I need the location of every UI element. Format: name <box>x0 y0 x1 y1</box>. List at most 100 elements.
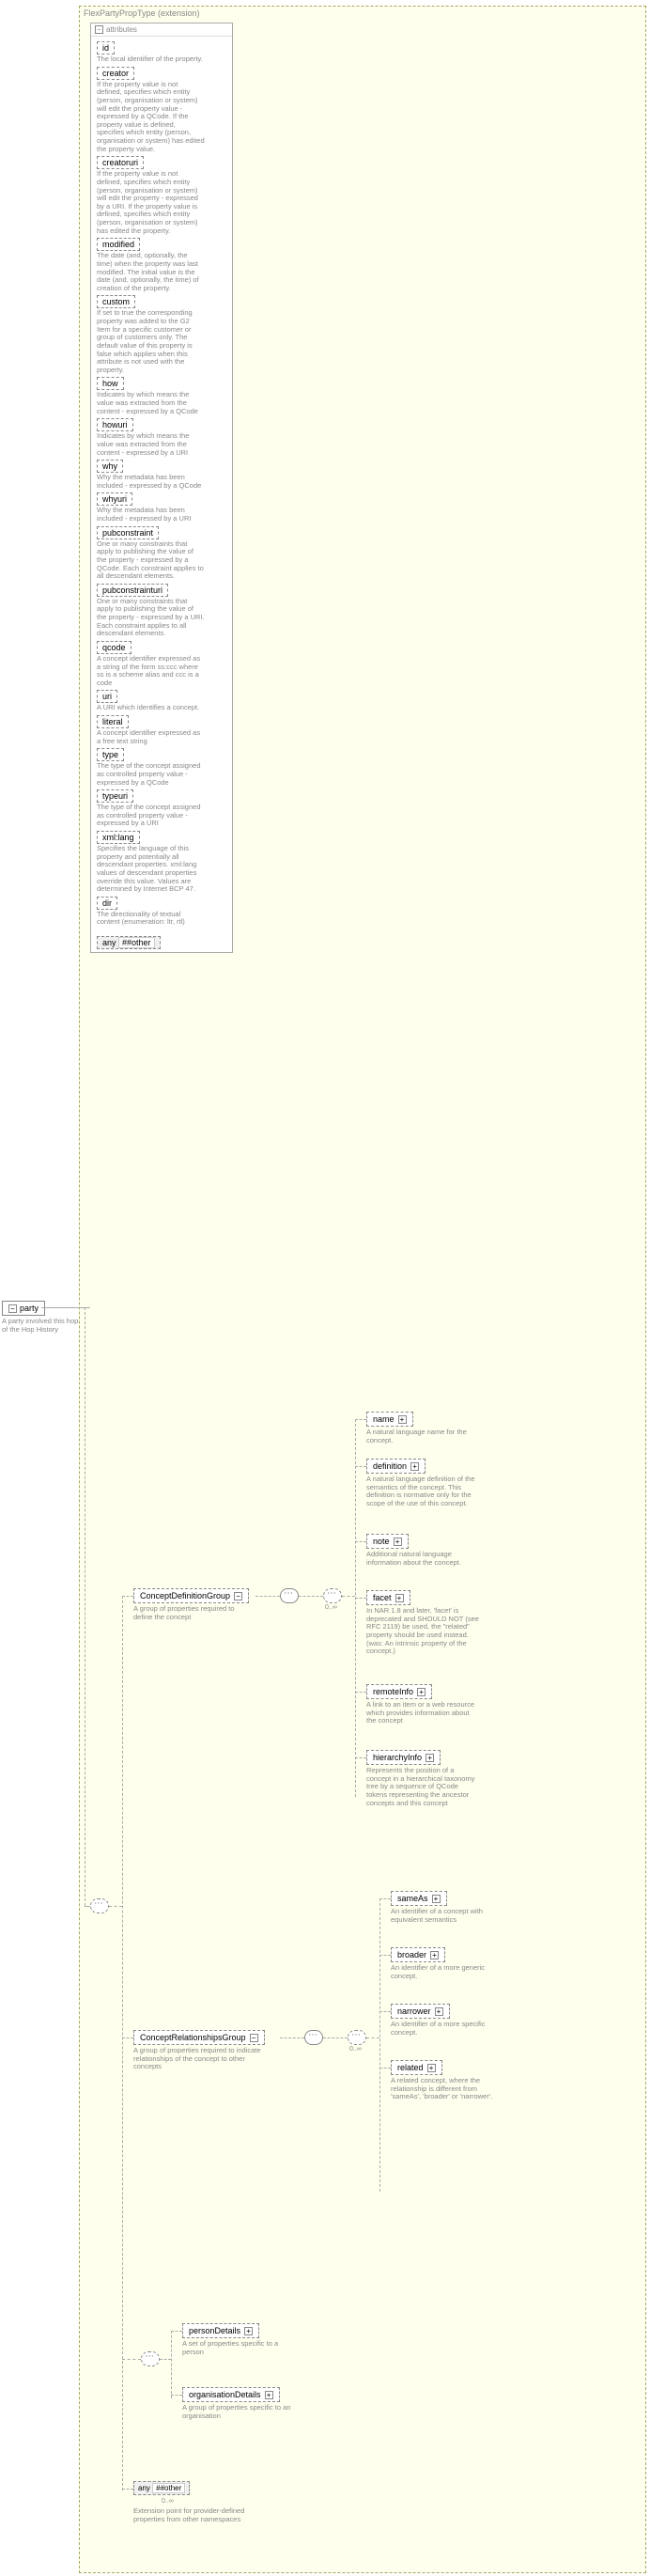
line <box>355 1757 366 1758</box>
node-broader[interactable]: broader + <box>391 1947 445 1962</box>
attr-item-creatoruri: creatoruriIf the property value is not d… <box>97 156 226 235</box>
line <box>355 1541 366 1542</box>
line <box>379 1898 380 2192</box>
attr-item-typeuri: typeuriThe type of the concept assigned … <box>97 789 226 828</box>
node-label: broader <box>397 1950 426 1959</box>
line <box>355 1466 366 1467</box>
node-label: facet <box>373 1593 392 1602</box>
line <box>41 1307 90 1308</box>
attr-item-pubconstraint: pubconstraintOne or many constraints tha… <box>97 526 226 581</box>
attr-item-whyuri: whyuriWhy the metadata has been included… <box>97 492 226 523</box>
node-persondetails[interactable]: personDetails+ <box>182 2323 259 2338</box>
line <box>122 2489 133 2490</box>
expand-icon[interactable]: + <box>244 2327 253 2335</box>
attr-label: qcode <box>97 641 132 654</box>
attr-annotation: The type of the concept assigned as cont… <box>97 804 205 828</box>
node-label: party <box>20 1304 39 1313</box>
sequence-connector-main <box>90 1898 109 1913</box>
line <box>171 2331 182 2332</box>
line <box>299 1596 323 1597</box>
attr-item-why: whyWhy the metadata has been included - … <box>97 460 226 490</box>
node-organisationdetails[interactable]: organisationDetails+ <box>182 2387 280 2402</box>
attr-item-pubconstrainturi: pubconstrainturiOne or many constraints … <box>97 584 226 638</box>
expand-icon[interactable]: + <box>395 1594 404 1602</box>
note-annotation: Additional natural language information … <box>366 1551 479 1567</box>
collapse-icon[interactable]: − <box>8 1304 17 1313</box>
node-remoteinfo[interactable]: remoteInfo+ <box>366 1684 432 1699</box>
card: 0..∞ <box>349 2046 362 2053</box>
line <box>280 2037 304 2038</box>
attr-annotation: Why the metadata has been included - exp… <box>97 507 205 523</box>
party-annotation: A party involved this hop of the Hop His… <box>2 1318 79 1334</box>
attr-label: uri <box>97 690 117 703</box>
node-sameas[interactable]: sameAs+ <box>391 1891 447 1906</box>
attr-annotation: One or many constraints that apply to pu… <box>97 540 205 581</box>
related-annotation: A related concept, where the relationshi… <box>391 2077 503 2101</box>
attributes-title: −attributes <box>91 23 232 37</box>
node-party[interactable]: −party <box>2 1301 45 1316</box>
group-conceptdefinition[interactable]: ConceptDefinitionGroup− <box>133 1588 249 1603</box>
attr-item-creator: creatorIf the property value is not defi… <box>97 67 226 154</box>
attr-label: literal <box>97 715 129 728</box>
attr-label: pubconstrainturi <box>97 584 168 597</box>
choice-connector <box>141 2351 160 2366</box>
attr-label: typeuri <box>97 789 133 803</box>
expand-icon[interactable]: + <box>427 2064 436 2072</box>
expand-icon[interactable]: + <box>432 1895 441 1903</box>
attr-label: dir <box>97 897 117 910</box>
attr-item-dir: dirThe directionality of textual content… <box>97 897 226 927</box>
expand-icon[interactable]: + <box>410 1462 419 1471</box>
node-definition[interactable]: definition+ <box>366 1459 426 1474</box>
attr-annotation: Why the metadata has been included - exp… <box>97 474 205 490</box>
expand-icon[interactable]: + <box>435 2007 443 2016</box>
node-hierarchyinfo[interactable]: hierarchyInfo + <box>366 1750 441 1765</box>
node-related[interactable]: related+ <box>391 2060 442 2075</box>
expand-icon[interactable]: − <box>250 2034 258 2042</box>
node-note[interactable]: note+ <box>366 1534 409 1549</box>
attr-label: how <box>97 377 124 390</box>
attr-annotation: The directionality of textual content (e… <box>97 911 205 927</box>
expand-icon[interactable]: + <box>430 1951 439 1959</box>
attr-label: why <box>97 460 123 473</box>
attr-label: creatoruri <box>97 156 144 169</box>
expand-icon[interactable]: + <box>265 2391 273 2399</box>
line <box>122 1596 123 2490</box>
expand-icon[interactable]: + <box>417 1688 426 1696</box>
node-name[interactable]: name+ <box>366 1412 413 1427</box>
expand-icon[interactable]: − <box>234 1592 242 1600</box>
node-label: hierarchyInfo <box>373 1753 422 1762</box>
node-label: related <box>397 2063 424 2072</box>
line <box>122 2037 133 2038</box>
collapse-icon[interactable]: − <box>95 25 103 34</box>
attr-item-uri: uriA URI which identifies a concept. <box>97 690 226 712</box>
line <box>171 2331 172 2398</box>
facet-annotation: In NAR 1.8 and later, 'facet' is depreca… <box>366 1607 479 1656</box>
attr-label: id <box>97 41 115 55</box>
definition-annotation: A natural language definition of the sem… <box>366 1475 479 1508</box>
attr-annotation: If the property value is not defined, sp… <box>97 170 205 235</box>
line <box>122 1596 133 1597</box>
node-narrower[interactable]: narrower+ <box>391 2004 450 2019</box>
attr-label: howuri <box>97 418 133 431</box>
narrower-annotation: An identifier of a more specific concept… <box>391 2021 503 2037</box>
attr-item-id: idThe local identifier of the property. <box>97 41 226 64</box>
extension-title: FlexPartyPropType (extension) <box>80 7 645 20</box>
attr-label: xml:lang <box>97 831 140 844</box>
attr-annotation: A URI which identifies a concept. <box>97 704 205 712</box>
attr-item-howuri: howuriIndicates by which means the value… <box>97 418 226 457</box>
node-label: name <box>373 1414 395 1424</box>
attr-annotation: Specifies the language of this property … <box>97 845 205 894</box>
attributes-box: −attributes idThe local identifier of th… <box>90 23 233 953</box>
line <box>366 2037 379 2038</box>
expand-icon[interactable]: + <box>394 1538 402 1546</box>
expand-icon[interactable]: + <box>398 1415 407 1424</box>
node-facet[interactable]: facet+ <box>366 1590 410 1605</box>
attr-label: creator <box>97 67 134 80</box>
attr-annotation: Indicates by which means the value was e… <box>97 391 205 415</box>
orgdetails-annotation: A group of properties specific to an org… <box>182 2404 295 2420</box>
expand-icon[interactable]: + <box>426 1754 434 1762</box>
attr-annotation: One or many constraints that apply to pu… <box>97 598 205 638</box>
attr-annotation: The local identifier of the property. <box>97 55 205 64</box>
group-conceptrelationships[interactable]: ConceptRelationshipsGroup− <box>133 2030 265 2045</box>
any-elem-annotation: Extension point for provider-defined pro… <box>133 2507 246 2523</box>
